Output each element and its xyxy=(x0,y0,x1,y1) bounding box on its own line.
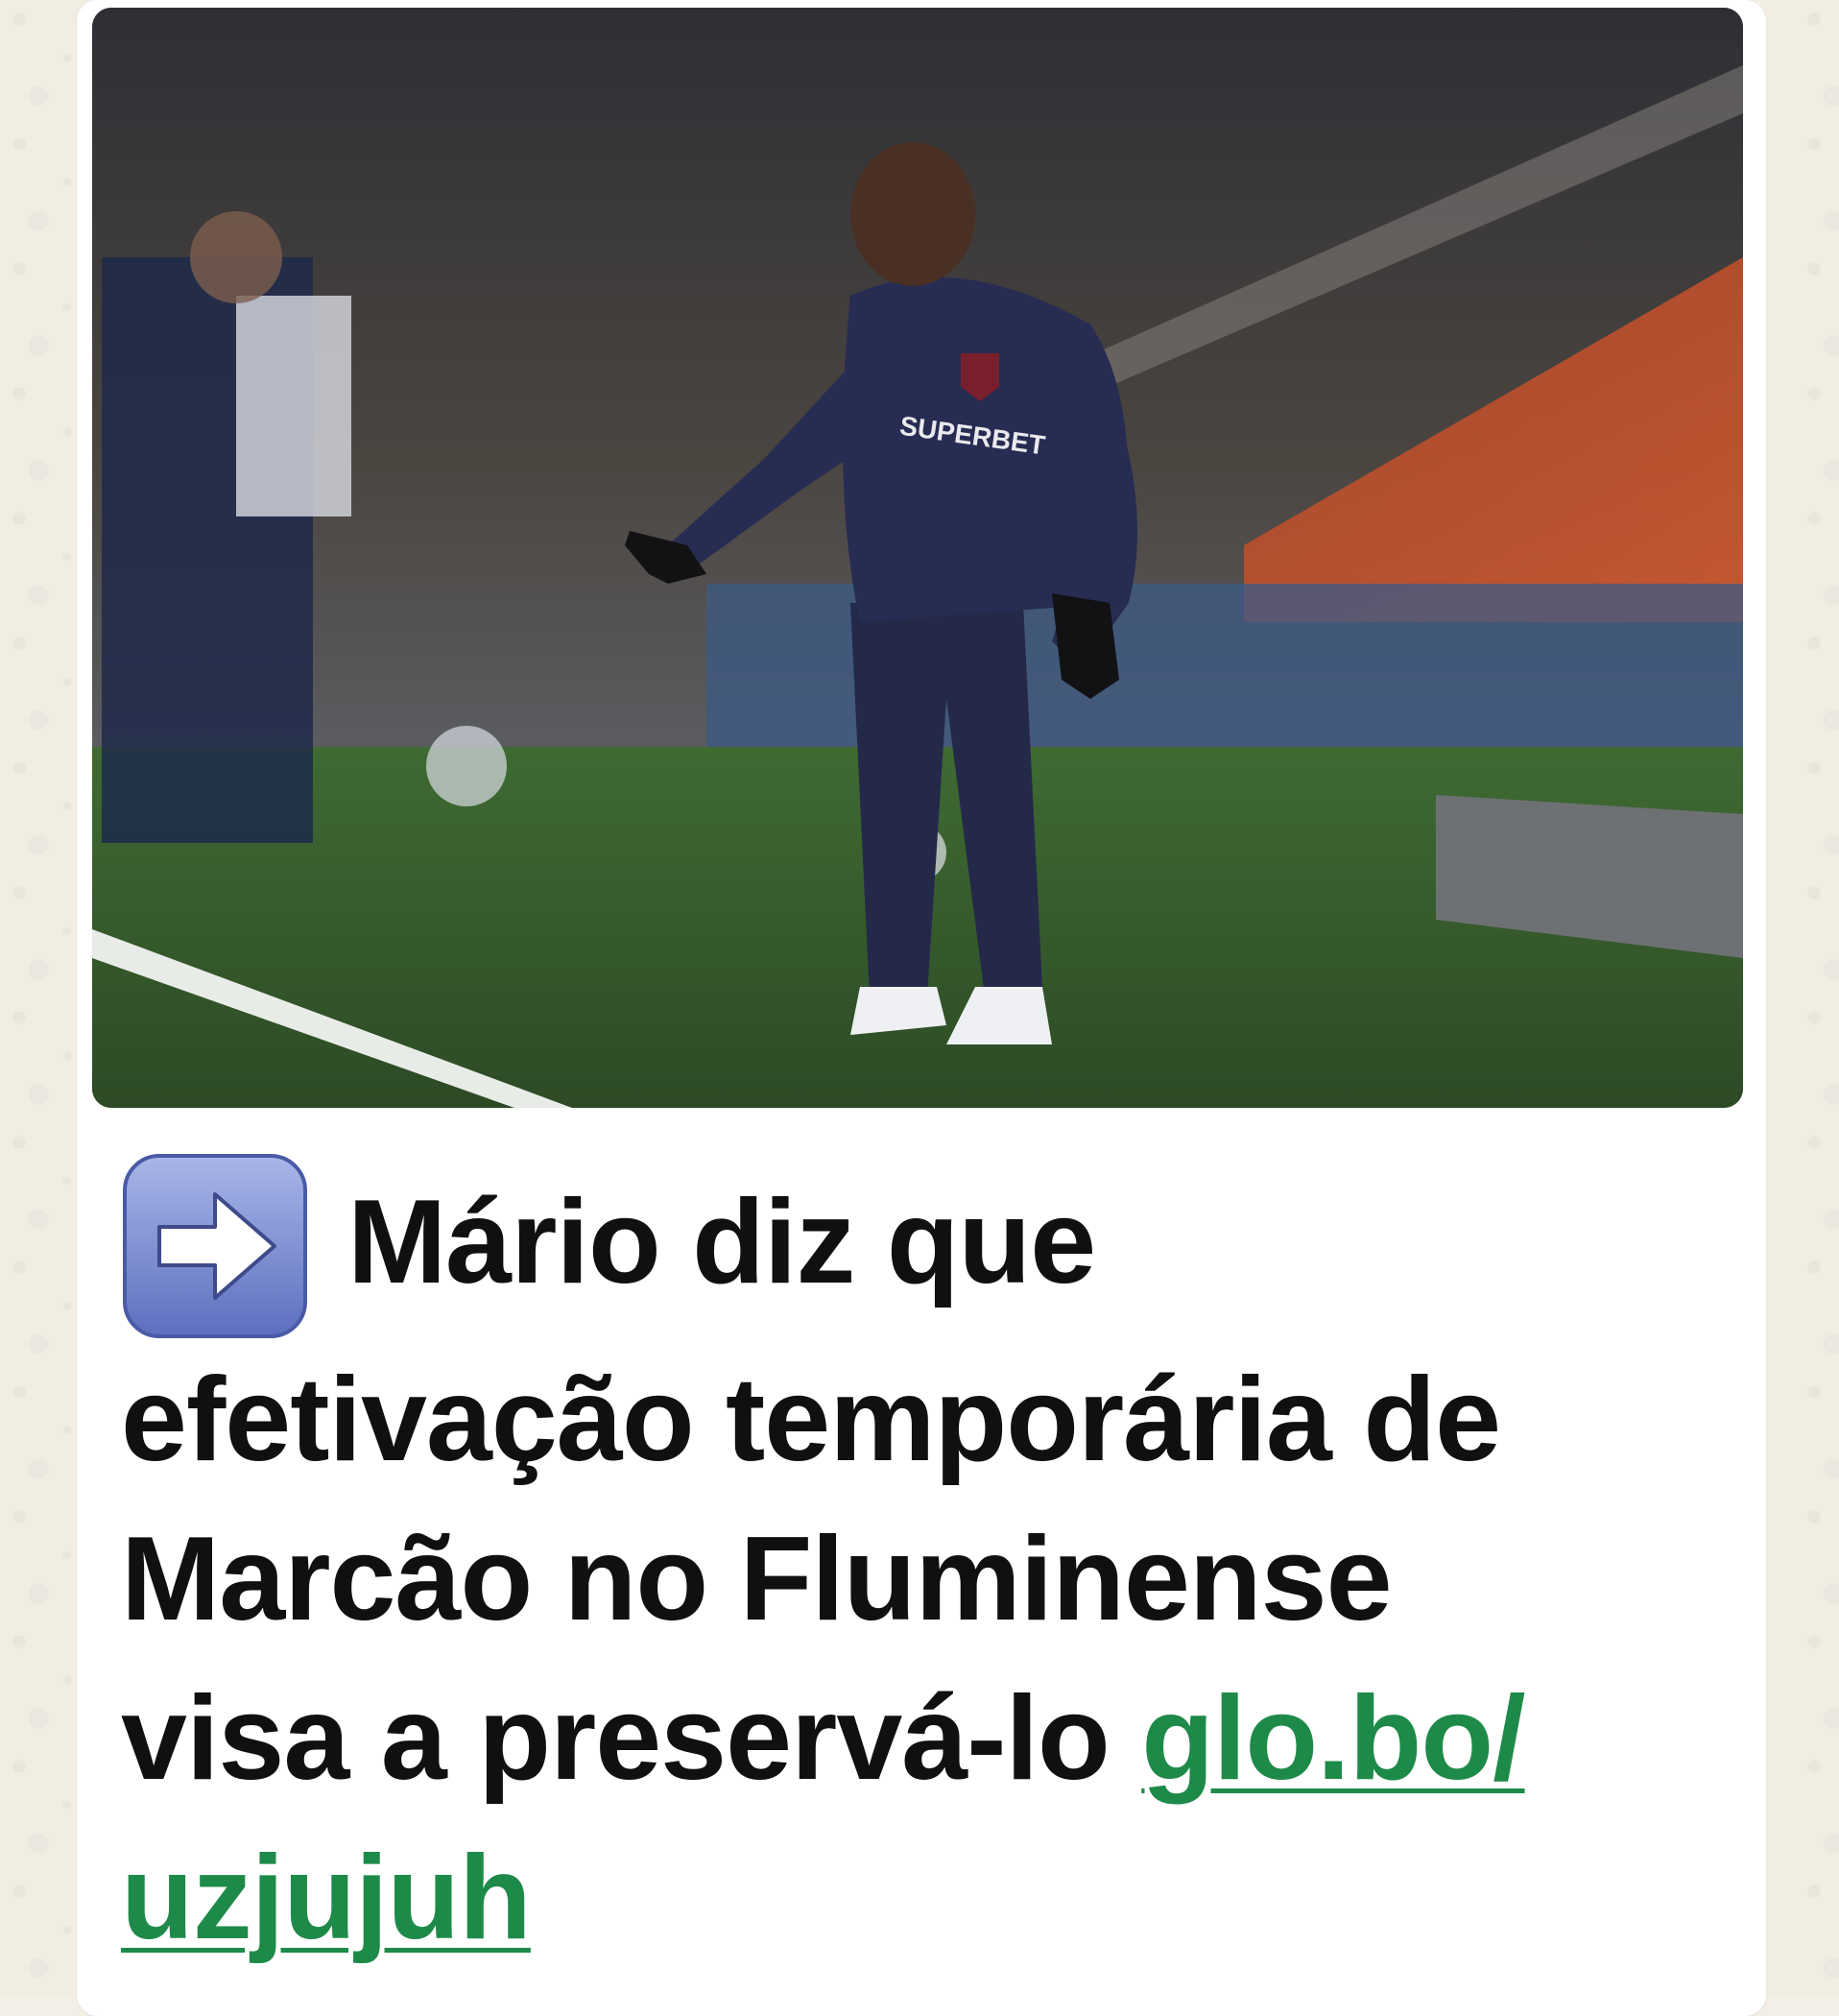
right-arrow-emoji-icon xyxy=(121,1152,309,1340)
article-link-part-1[interactable]: glo.bo/ xyxy=(1141,1672,1525,1805)
caption-line-4: visa a preservá-lo glo.bo/ xyxy=(121,1659,1743,1818)
caption-line-1: Mário diz que xyxy=(121,1152,1743,1340)
message-caption: Mário diz que efetivação temporária de M… xyxy=(121,1152,1743,1978)
caption-text-line-1: Mário diz que xyxy=(347,1176,1096,1308)
caption-text-line-4: visa a preservá-lo xyxy=(121,1672,1142,1805)
coach-on-sideline-image: SUPERBET xyxy=(92,8,1743,1108)
caption-line-2: efetivação temporária de xyxy=(121,1354,1501,1486)
article-link-part-2[interactable]: uzjujuh xyxy=(121,1832,532,1964)
caption-line-5: uzjujuh xyxy=(121,1818,1743,1978)
message-bubble[interactable]: SUPERBET Mário diz que efetivação tempor… xyxy=(77,0,1766,2016)
message-photo[interactable]: SUPERBET xyxy=(92,8,1743,1108)
caption-line-3: Marcão no Fluminense xyxy=(121,1513,1393,1645)
